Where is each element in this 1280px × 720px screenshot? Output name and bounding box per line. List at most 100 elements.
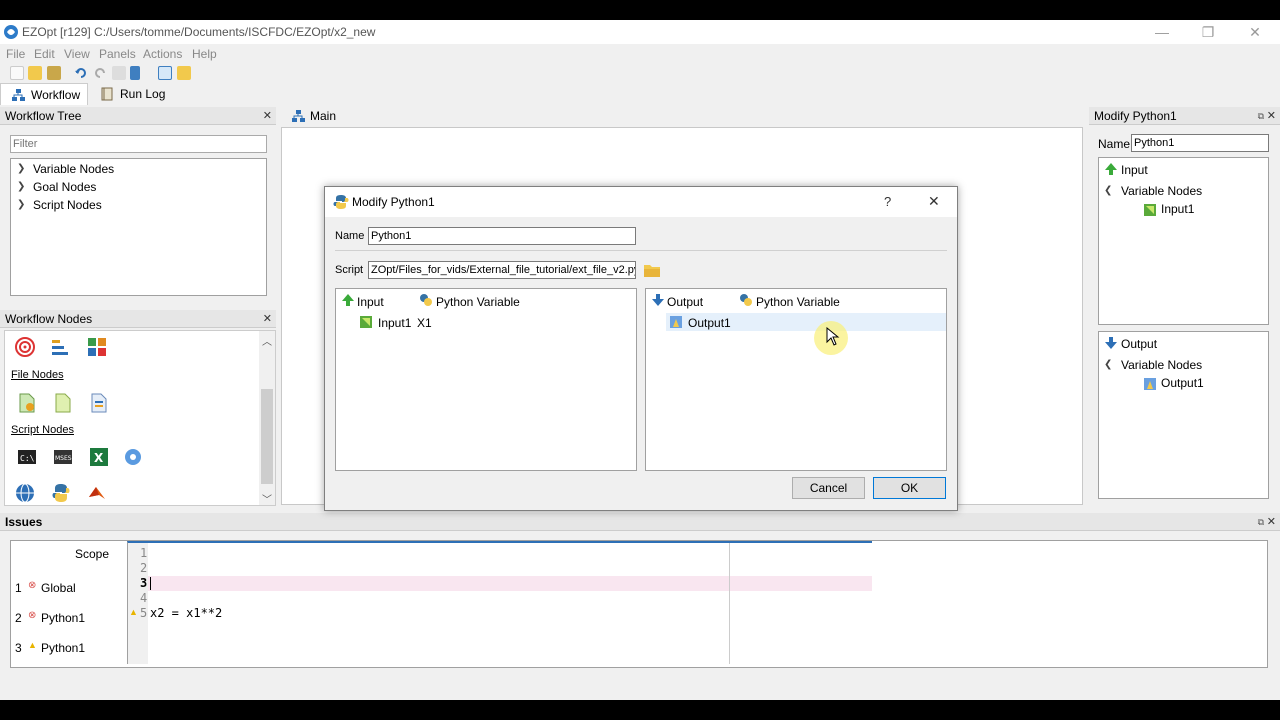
issues-header: Issues ⧉ ✕ bbox=[0, 513, 1280, 531]
menu-actions[interactable]: Actions bbox=[143, 47, 182, 61]
redo-icon[interactable] bbox=[93, 66, 107, 80]
scroll-up-icon[interactable]: ︿ bbox=[262, 333, 272, 348]
code-editor[interactable]: 1 2 3 4 ▲ 5 x2 = x1**2 bbox=[127, 541, 872, 664]
menu-file[interactable]: File bbox=[6, 47, 25, 61]
scroll-thumb[interactable] bbox=[261, 389, 273, 484]
top-tab-bar: Workflow Run Log bbox=[0, 83, 1280, 105]
window-icon[interactable] bbox=[158, 66, 172, 80]
output-column-header: Output bbox=[667, 295, 704, 309]
open-folder-icon[interactable] bbox=[28, 66, 42, 80]
globe-icon[interactable] bbox=[15, 483, 35, 503]
modify-panel-name-label: Name bbox=[1098, 137, 1131, 151]
row-scope: Python1 bbox=[41, 641, 86, 655]
network-icon[interactable] bbox=[123, 447, 143, 467]
tree-item-script-nodes[interactable]: Script Nodes bbox=[33, 198, 102, 212]
restore-button[interactable]: ❐ bbox=[1193, 22, 1223, 42]
folder-icon[interactable] bbox=[643, 262, 661, 278]
scope-column-header: Scope bbox=[75, 547, 110, 561]
target-icon[interactable] bbox=[15, 337, 35, 357]
output-item-output1[interactable]: Output1 bbox=[1161, 376, 1204, 390]
input-row-variable[interactable]: X1 bbox=[417, 316, 432, 330]
dialog-title: Modify Python1 bbox=[352, 195, 435, 209]
file-variable-icon[interactable] bbox=[53, 393, 73, 413]
app-window: EZOpt [r129] C:/Users/tomme/Documents/IS… bbox=[0, 20, 1280, 700]
sort-variables-icon[interactable] bbox=[51, 337, 71, 357]
tab-workflow[interactable]: Workflow bbox=[0, 83, 88, 105]
issues-close-icon[interactable]: ✕ bbox=[1267, 513, 1276, 531]
modify-panel-title: Modify Python1 bbox=[1094, 109, 1177, 123]
line-number: 5 bbox=[140, 606, 148, 620]
save-icon[interactable] bbox=[47, 66, 61, 80]
file-nodes-link[interactable]: File Nodes bbox=[11, 369, 64, 381]
copy-icon[interactable] bbox=[112, 66, 126, 80]
float-panel-icon[interactable]: ⧉ bbox=[1258, 513, 1264, 531]
mses-icon[interactable]: MSES bbox=[53, 447, 73, 467]
title-bar: EZOpt [r129] C:/Users/tomme/Documents/IS… bbox=[0, 20, 1280, 44]
workflow-nodes-header: Workflow Nodes ✕ bbox=[0, 310, 276, 328]
ok-button[interactable]: OK bbox=[873, 477, 946, 499]
line-number: 3 bbox=[140, 576, 148, 590]
modify-panel-close-icon[interactable]: ✕ bbox=[1267, 107, 1276, 125]
file-list-icon[interactable] bbox=[89, 393, 109, 413]
paste-icon[interactable] bbox=[130, 66, 140, 80]
menu-help[interactable]: Help bbox=[192, 47, 217, 61]
tree-item-variable-nodes[interactable]: Variable Nodes bbox=[33, 162, 114, 176]
table-row[interactable]: 3 ▲ Python1 bbox=[11, 635, 126, 663]
chevron-right-icon[interactable]: ❯ bbox=[17, 199, 25, 210]
list-item[interactable]: Output1 bbox=[666, 313, 946, 331]
scroll-down-icon[interactable]: ﹀ bbox=[262, 491, 272, 506]
input-column-header: Input bbox=[357, 295, 384, 309]
cancel-button[interactable]: Cancel bbox=[792, 477, 865, 499]
input-item-input1[interactable]: Input1 bbox=[1161, 202, 1194, 216]
command-prompt-icon[interactable]: C:\ bbox=[17, 447, 37, 467]
nodes-scrollbar[interactable]: ︿ ﹀ bbox=[259, 331, 275, 506]
workflow-icon bbox=[12, 89, 25, 101]
table-row[interactable]: 1 ⊗ Global bbox=[11, 575, 126, 603]
minimize-button[interactable]: — bbox=[1147, 22, 1177, 42]
script-nodes-link[interactable]: Script Nodes bbox=[11, 424, 74, 436]
output-header: Output bbox=[1121, 337, 1158, 351]
dialog-close-button[interactable]: ✕ bbox=[928, 193, 940, 210]
dialog-name-input[interactable] bbox=[368, 227, 636, 245]
float-panel-icon[interactable]: ⧉ bbox=[1258, 107, 1264, 125]
undo-icon[interactable] bbox=[74, 66, 88, 80]
modify-python-dialog: Modify Python1 ? ✕ Name Script Input Pyt… bbox=[324, 186, 958, 511]
svg-text:X: X bbox=[94, 451, 104, 465]
table-row[interactable]: 2 ⊗ Python1 bbox=[11, 605, 126, 633]
dialog-name-label: Name bbox=[335, 230, 365, 242]
calculator-icon[interactable] bbox=[87, 337, 107, 357]
output-node-icon bbox=[1144, 378, 1156, 390]
chevron-right-icon[interactable]: ❯ bbox=[17, 163, 25, 174]
input-variable-nodes[interactable]: Variable Nodes bbox=[1121, 184, 1202, 198]
close-window-button[interactable]: ✕ bbox=[1240, 22, 1270, 42]
python-icon[interactable] bbox=[51, 483, 71, 503]
error-icon: ⊗ bbox=[28, 610, 37, 621]
matlab-icon[interactable] bbox=[87, 483, 107, 503]
new-file-icon[interactable] bbox=[10, 66, 24, 80]
text-cursor bbox=[150, 577, 151, 590]
workflow-nodes-close-icon[interactable]: ✕ bbox=[263, 310, 272, 328]
workflow-nodes-title: Workflow Nodes bbox=[5, 312, 93, 326]
run-icon[interactable] bbox=[177, 66, 191, 80]
list-item[interactable]: Input1 X1 bbox=[336, 313, 636, 331]
chevron-down-icon[interactable]: ❮ bbox=[1104, 185, 1112, 196]
menu-panels[interactable]: Panels bbox=[99, 47, 136, 61]
tab-main[interactable]: Main bbox=[281, 105, 361, 127]
tab-run-log[interactable]: Run Log bbox=[90, 83, 170, 105]
tree-item-goal-nodes[interactable]: Goal Nodes bbox=[33, 180, 96, 194]
current-line-highlight bbox=[148, 576, 872, 591]
workflow-tree-close-icon[interactable]: ✕ bbox=[263, 107, 272, 125]
chevron-down-icon[interactable]: ❮ bbox=[1104, 359, 1112, 370]
menu-edit[interactable]: Edit bbox=[34, 47, 55, 61]
excel-icon[interactable]: X bbox=[89, 447, 109, 467]
issues-title: Issues bbox=[5, 515, 43, 529]
output-variable-nodes[interactable]: Variable Nodes bbox=[1121, 358, 1202, 372]
dialog-script-input[interactable] bbox=[368, 261, 636, 279]
row-scope: Global bbox=[41, 581, 76, 595]
add-file-icon[interactable] bbox=[17, 393, 37, 413]
workflow-tree-filter-input[interactable] bbox=[10, 135, 267, 153]
menu-view[interactable]: View bbox=[64, 47, 90, 61]
help-button[interactable]: ? bbox=[884, 194, 891, 209]
chevron-right-icon[interactable]: ❯ bbox=[17, 181, 25, 192]
modify-panel-name-input[interactable] bbox=[1131, 134, 1269, 152]
